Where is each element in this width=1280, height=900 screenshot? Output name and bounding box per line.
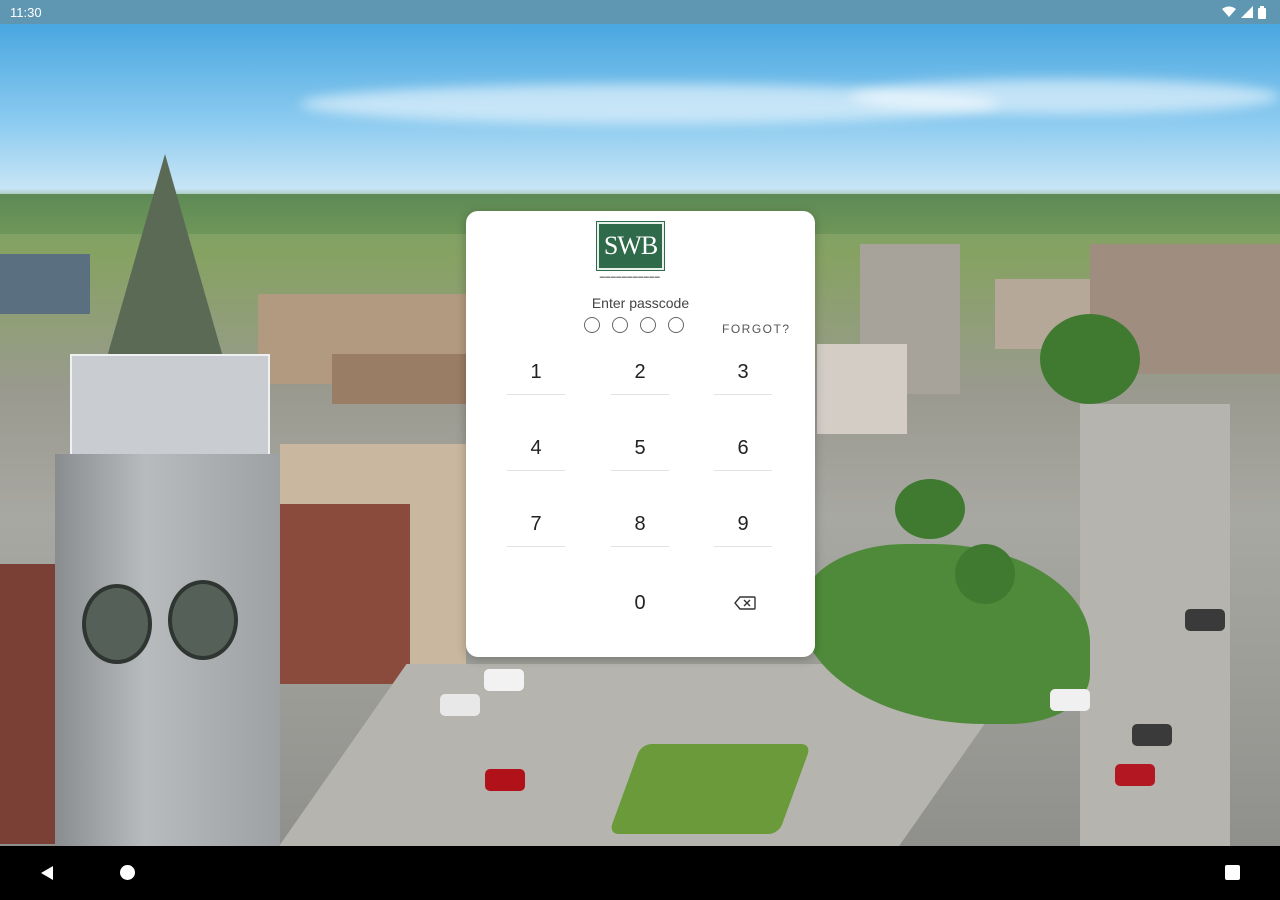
- car: [1115, 764, 1155, 786]
- tree: [955, 544, 1015, 604]
- status-bar: 11:30: [0, 0, 1280, 24]
- keypad-key-2[interactable]: 2: [611, 351, 669, 395]
- car: [1185, 609, 1225, 631]
- keypad-key-6[interactable]: 6: [714, 427, 772, 471]
- building: [0, 564, 56, 844]
- forgot-passcode-link[interactable]: FORGOT?: [722, 322, 791, 336]
- home-icon[interactable]: [120, 865, 135, 880]
- keypad-key-8[interactable]: 8: [611, 503, 669, 547]
- car: [484, 669, 524, 691]
- tree: [1040, 314, 1140, 404]
- bank-logo: SWB: [596, 221, 665, 271]
- car: [1050, 689, 1090, 711]
- passcode-dot: [640, 317, 656, 333]
- recents-icon[interactable]: [1225, 865, 1240, 880]
- car: [485, 769, 525, 791]
- navigation-bar: [0, 846, 1280, 900]
- keypad-key-1[interactable]: 1: [507, 351, 565, 395]
- building: [0, 254, 90, 314]
- keypad-key-3[interactable]: 3: [714, 351, 772, 395]
- status-time: 11:30: [10, 4, 42, 20]
- back-icon[interactable]: [41, 866, 53, 880]
- car: [440, 694, 480, 716]
- clocktower: [55, 454, 280, 846]
- traffic-island: [608, 744, 812, 834]
- keypad-key-0[interactable]: 0: [611, 581, 669, 625]
- battery-icon: [1258, 5, 1266, 19]
- keypad-key-9[interactable]: 9: [714, 503, 772, 547]
- building: [332, 354, 466, 404]
- building: [817, 344, 907, 434]
- passcode-prompt: Enter passcode: [591, 295, 690, 311]
- backspace-button[interactable]: [716, 581, 774, 625]
- logo-text: SWB: [603, 231, 658, 260]
- passcode-indicator: [584, 317, 684, 333]
- tree: [895, 479, 965, 539]
- passcode-dialog: SWB ▬▬▬▬▬▬▬▬▬▬▬ Enter passcode FORGOT? 1…: [466, 211, 815, 657]
- keypad-key-5[interactable]: 5: [611, 427, 669, 471]
- keypad-key-4[interactable]: 4: [507, 427, 565, 471]
- cloud: [850, 79, 1280, 114]
- clocktower-belfry: [70, 354, 270, 464]
- backspace-icon: [734, 596, 756, 610]
- clock-face: [82, 584, 152, 664]
- logo-tagline-graphic: ▬▬▬▬▬▬▬▬▬▬▬: [599, 274, 661, 280]
- clock-face: [168, 580, 238, 660]
- passcode-dot: [668, 317, 684, 333]
- signal-icon: [1241, 6, 1253, 18]
- keypad-key-7[interactable]: 7: [507, 503, 565, 547]
- passcode-dot: [612, 317, 628, 333]
- passcode-dot: [584, 317, 600, 333]
- wifi-icon: [1222, 6, 1236, 17]
- screen: 11:30 SWB ▬▬▬▬▬▬▬▬▬▬▬ Enter passcode FOR…: [0, 0, 1280, 900]
- car: [1132, 724, 1172, 746]
- status-icons: [1222, 5, 1266, 19]
- building: [280, 504, 410, 684]
